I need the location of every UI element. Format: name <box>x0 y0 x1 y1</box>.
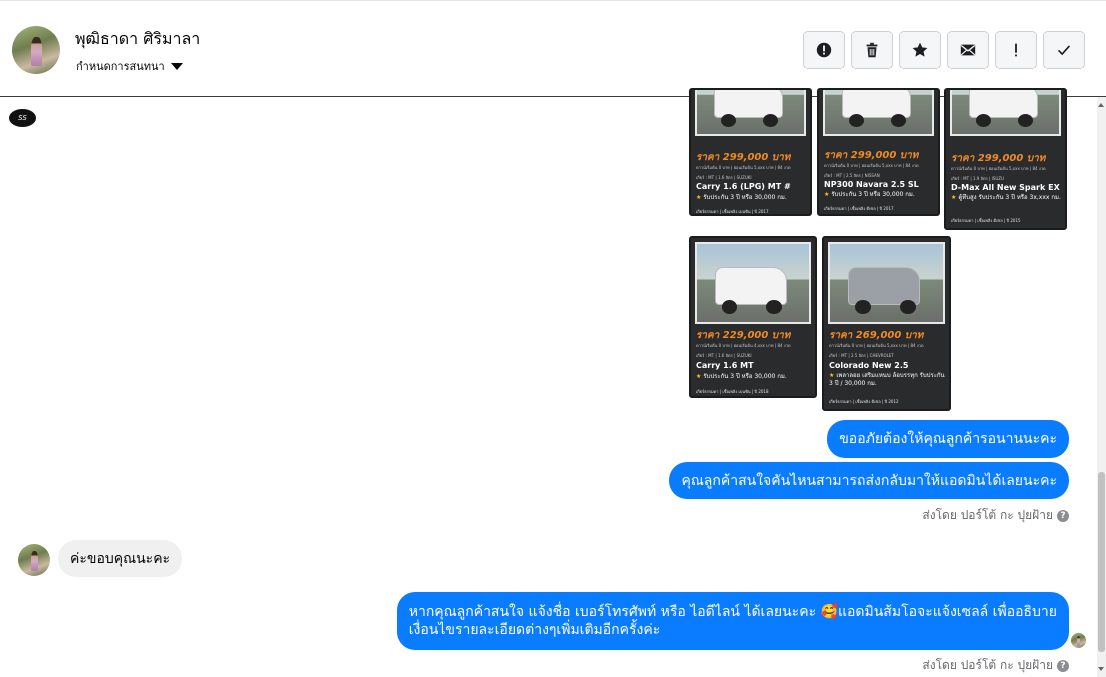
card-details: ดาวน์เริ่มต้น 0 บาท | ผ่อนเริ่มต้น 4,xxx… <box>696 343 791 348</box>
card-price: ราคา 269,000 บาท <box>829 330 924 341</box>
info-icon[interactable]: ? <box>1057 509 1069 522</box>
card-details: ดาวน์เริ่มต้น 0 บาท | ผ่อนเริ่มต้น 5,xxx… <box>829 343 924 348</box>
conversation-settings-dropdown[interactable]: กำหนดการสนทนา <box>76 57 183 75</box>
report-button[interactable] <box>803 31 845 69</box>
message-line: เงื่อนไขรายละเอียดต่างๆเพิ่มเติมอีกครั้ง… <box>408 622 661 638</box>
car-photo <box>695 242 811 324</box>
car-listing-card[interactable]: ราคา 299,000 บาท ดาวน์เริ่มต้น 0 บาท | ผ… <box>817 88 940 216</box>
card-warranty: ★ ตู้ทึบสูง รับประกัน 3 ปี หรือ 3x,xxx ก… <box>951 194 1061 201</box>
card-specs: เกียร์ : MT | 2.5 ลิตร | CHEVROLET <box>829 353 894 358</box>
car-listing-card[interactable]: ราคา 269,000 บาท ดาวน์เริ่มต้น 0 บาท | ผ… <box>822 236 951 411</box>
card-price: ราคา 229,000 บาท <box>696 330 791 341</box>
outgoing-message[interactable]: คุณลูกค้าสนใจคันไหนสามารถส่งกลับมาให้แอด… <box>669 462 1069 499</box>
card-details: ดาวน์เริ่มต้น 0 บาท | ผ่อนเริ่มต้น 5,xxx… <box>951 166 1046 171</box>
card-warranty: ★ รับประกัน 3 ปี หรือ 30,000 กม. <box>696 194 787 201</box>
car-photo <box>695 90 806 136</box>
contact-avatar-small[interactable] <box>18 544 50 576</box>
incoming-message[interactable]: ค่ะขอบคุณนะคะ <box>58 540 183 577</box>
card-details: ดาวน์เริ่มต้น 0 บาท | ผ่อนเริ่มต้น 5,xxx… <box>824 163 919 168</box>
scroll-up-arrow-icon[interactable] <box>1098 103 1104 107</box>
card-specs: เกียร์ : MT | 2.5 ลิตร | NISSAN <box>824 173 880 178</box>
scrollbar[interactable] <box>1097 97 1106 677</box>
card-footer: เกียร์ธรรมดา | เชื้อเพลิง เบนซิน | ปี 20… <box>696 389 769 394</box>
card-model: Carry 1.6 MT <box>696 361 754 370</box>
contact-avatar[interactable] <box>12 26 60 74</box>
card-warranty: ★ รับประกัน 3 ปี หรือ 30,000 กม. <box>824 191 915 198</box>
caret-down-icon <box>170 62 183 70</box>
card-warranty: ★ รับประกัน 3 ปี หรือ 30,000 กม. <box>696 373 787 380</box>
star-icon: ★ <box>829 372 835 379</box>
envelope-icon <box>960 44 976 56</box>
car-listing-card[interactable]: ราคา 299,000 บาท ดาวน์เริ่มต้น 0 บาท | ผ… <box>944 88 1067 230</box>
card-model: Carry 1.6 (LPG) MT # <box>696 182 791 191</box>
car-photo <box>828 242 945 324</box>
star-icon: ★ <box>951 194 957 201</box>
card-details: ดาวน์เริ่มต้น 0 บาท | ผ่อนเริ่มต้น 5,xxx… <box>696 165 791 170</box>
sent-by-text: ส่งโดย ปอร์โต้ กะ ปุยฝ้าย <box>922 658 1053 672</box>
outgoing-message[interactable]: ขออภัยต้องให้คุณลูกค้ารอนานนะคะ <box>827 420 1069 458</box>
delete-button[interactable] <box>851 31 893 69</box>
page-logo-avatar: SS <box>9 109 36 127</box>
star-icon: ★ <box>824 191 830 198</box>
car-listing-card[interactable]: ราคา 299,000 บาท ดาวน์เริ่มต้น 0 บาท | ผ… <box>689 88 812 216</box>
card-model: Colorado New 2.5 <box>829 361 909 370</box>
card-footer: เกียร์ธรรมดา | เชื้อเพลิง ดีเซล | ปี 201… <box>829 399 899 404</box>
mark-done-button[interactable] <box>1043 31 1085 69</box>
mark-unread-button[interactable] <box>947 31 989 69</box>
mark-important-button[interactable] <box>995 31 1037 69</box>
conversation-header: พุฒิธาดา ศิริมาลา กำหนดการสนทนา <box>0 0 1106 97</box>
card-footer: เกียร์ธรรมดา | เชื้อเพลิง เบนซิน | ปี 20… <box>696 209 769 214</box>
outgoing-message[interactable]: หากคุณลูกค้าสนใจ แจ้งชื่อ เบอร์โทรศัพท์ … <box>396 592 1069 650</box>
header-actions <box>803 31 1085 69</box>
car-photo <box>950 90 1061 136</box>
card-specs: เกียร์ : MT | 1.6 ลิตร | SUZUKI <box>696 353 752 358</box>
contact-name[interactable]: พุฒิธาดา ศิริมาลา <box>75 27 200 52</box>
star-button[interactable] <box>899 31 941 69</box>
card-footer: เกียร์ธรรมดา | เชื้อเพลิง ดีเซล | ปี 201… <box>951 218 1021 223</box>
sent-by-label: ส่งโดย ปอร์โต้ กะ ปุยฝ้าย ? <box>922 656 1069 675</box>
card-price: ราคา 299,000 บาท <box>696 152 791 163</box>
card-warranty: ★ เพลาลอย เสริมแหนบ ล้อบรรทุก รับประกัน … <box>829 372 945 388</box>
sent-by-text: ส่งโดย ปอร์โต้ กะ ปุยฝ้าย <box>922 508 1053 522</box>
car-photo <box>823 90 934 136</box>
star-icon: ★ <box>696 373 702 380</box>
car-listing-card[interactable]: ราคา 229,000 บาท ดาวน์เริ่มต้น 0 บาท | ผ… <box>689 236 817 398</box>
scrollbar-thumb[interactable] <box>1098 472 1105 652</box>
message-line: หากคุณลูกค้าสนใจ แจ้งชื่อ เบอร์โทรศัพท์ … <box>408 604 1057 620</box>
seen-avatar <box>1071 633 1086 648</box>
alert-circle-icon <box>816 42 832 58</box>
exclamation-icon <box>1015 43 1017 57</box>
star-icon <box>912 42 928 57</box>
info-icon[interactable]: ? <box>1057 659 1069 672</box>
trash-icon <box>866 42 878 58</box>
card-footer: เกียร์ธรรมดา | เชื้อเพลิง ดีเซล | ปี 201… <box>824 206 894 211</box>
check-icon <box>1058 45 1071 56</box>
card-price: ราคา 299,000 บาท <box>824 150 919 161</box>
card-price: ราคา 299,000 บาท <box>951 153 1046 164</box>
card-model: D-Max All New Spark EX <box>951 183 1060 192</box>
scroll-down-arrow-icon[interactable] <box>1098 667 1104 671</box>
card-specs: เกียร์ : MT | 1.6 ลิตร | SUZUKI <box>696 175 752 180</box>
conversation-settings-label: กำหนดการสนทนา <box>76 60 165 73</box>
star-icon: ★ <box>696 194 702 201</box>
card-model: NP300 Navara 2.5 SL <box>824 180 919 189</box>
card-specs: เกียร์ : MT | 1.9 ลิตร | ISUZU <box>951 176 1004 181</box>
sent-by-label: ส่งโดย ปอร์โต้ กะ ปุยฝ้าย ? <box>922 506 1069 525</box>
